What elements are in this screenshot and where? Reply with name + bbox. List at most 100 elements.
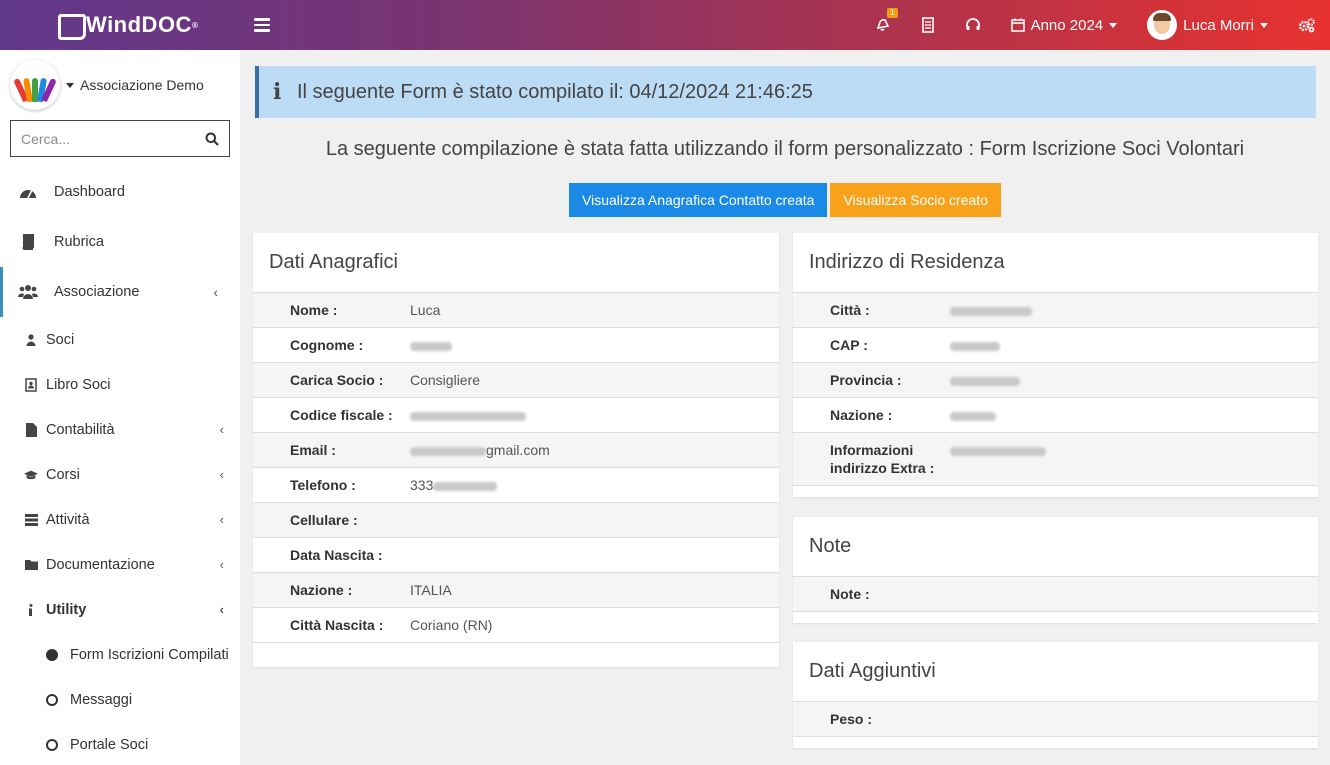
field-label: Note :: [830, 586, 870, 602]
chevron-left-icon: ‹: [213, 284, 218, 300]
field-label: Peso :: [830, 711, 873, 727]
sidebar-item-utility[interactable]: Utility ‹: [0, 587, 240, 632]
table-row: Nazione : ITALIA: [253, 572, 779, 607]
address-book-icon: [25, 377, 37, 392]
field-value: Consigliere: [410, 372, 481, 388]
card-note: Note Note :: [793, 517, 1318, 623]
search-icon[interactable]: [205, 132, 219, 146]
field-label: Città :: [830, 302, 870, 318]
notifications-button[interactable]: 1: [875, 8, 898, 33]
chevron-down-icon: [1260, 22, 1268, 28]
sidebar-item-rubrica[interactable]: Rubrica: [0, 217, 240, 267]
field-value: Coriano (RN): [410, 617, 493, 633]
field-label: Nome :: [290, 302, 338, 318]
org-panel: Associazione Demo: [0, 50, 240, 120]
field-label: Data Nascita :: [290, 547, 383, 563]
chevron-down-icon[interactable]: [66, 82, 74, 88]
settings-button[interactable]: [1298, 17, 1316, 33]
sidebar-item-corsi[interactable]: Corsi ‹: [0, 452, 240, 497]
view-contact-button[interactable]: Visualizza Anagrafica Contatto creata: [569, 183, 828, 217]
sidebar-item-form-iscrizioni[interactable]: Form Iscrizioni Compilati: [0, 632, 240, 677]
user-icon: [26, 333, 36, 346]
tasks-icon: [24, 513, 38, 526]
sidebar-item-label: Messaggi: [70, 691, 133, 708]
field-value-redacted: [950, 363, 1020, 397]
sidebar: Associazione Demo Dashboard Rubrica Asso…: [0, 50, 240, 765]
sidebar-item-label: Rubrica: [54, 234, 104, 250]
sidebar-item-documentazione[interactable]: Documentazione ‹: [0, 542, 240, 587]
app-logo[interactable]: WindDOC ®: [0, 0, 240, 50]
org-logo: [10, 60, 60, 110]
sidebar-item-contabilita[interactable]: Contabilità ‹: [0, 407, 240, 452]
gears-icon: [1298, 18, 1315, 33]
chevron-left-icon: ‹: [219, 422, 224, 437]
field-value-redacted: [950, 328, 1000, 362]
graduation-cap-icon: [24, 470, 38, 479]
field-label: Cellulare :: [290, 512, 358, 528]
field-label: Informazioni indirizzo Extra :: [830, 442, 935, 476]
top-bar: WindDOC ® 1 Anno 2024 Luca Morri: [0, 0, 1330, 50]
card-dati-anagrafici: Dati Anagrafici Nome : Luca Cognome : Car…: [253, 233, 779, 667]
field-value: 333: [410, 468, 498, 502]
table-row: Codice fiscale :: [253, 397, 779, 432]
chevron-left-icon: ‹: [219, 467, 224, 482]
view-member-button[interactable]: Visualizza Socio creato: [830, 183, 1001, 217]
info-icon: i: [273, 79, 282, 105]
sidebar-item-libro-soci[interactable]: Libro Soci: [0, 362, 240, 407]
field-value-redacted: [950, 398, 996, 432]
field-value: ITALIA: [410, 582, 452, 598]
card-title: Note: [809, 535, 852, 557]
table-row: Peso :: [793, 701, 1318, 736]
sidebar-item-messaggi[interactable]: Messaggi: [0, 677, 240, 722]
chevron-left-icon: ‹: [219, 512, 224, 527]
table-row: Cellulare :: [253, 502, 779, 537]
field-label: Nazione :: [290, 582, 353, 598]
user-menu[interactable]: Luca Morri: [1147, 10, 1268, 40]
headset-icon: [965, 18, 980, 30]
sidebar-item-label: Documentazione: [46, 556, 155, 573]
card-dati-aggiuntivi: Dati Aggiuntivi Peso :: [793, 642, 1318, 748]
search-input[interactable]: [21, 130, 205, 147]
year-label: Anno 2024: [1030, 16, 1104, 34]
table-row: Carica Socio : Consigliere: [253, 362, 779, 397]
field-label: Cognome :: [290, 337, 364, 353]
logo-text: WindDOC: [86, 12, 192, 37]
chevron-down-icon: [1109, 22, 1118, 28]
chevron-left-icon: ‹: [219, 602, 224, 617]
sidebar-item-label: Corsi: [46, 466, 80, 483]
sidebar-item-attivita[interactable]: Attività ‹: [0, 497, 240, 542]
menu-toggle-icon[interactable]: [254, 18, 272, 32]
table-row: CAP :: [793, 327, 1318, 362]
field-value-redacted: [950, 293, 1032, 327]
table-row: Email : gmail.com: [253, 432, 779, 467]
sidebar-item-label: Attività: [46, 511, 90, 528]
circle-outline-icon: [46, 738, 58, 751]
notification-badge: 1: [887, 8, 898, 18]
year-selector[interactable]: Anno 2024: [1010, 16, 1118, 34]
receipt-button[interactable]: [921, 17, 935, 33]
sidebar-item-label: Portale Soci: [70, 736, 149, 753]
logo-registered-mark: ®: [191, 20, 199, 30]
sidebar-item-soci[interactable]: Soci: [0, 317, 240, 362]
field-value-redacted: [410, 398, 526, 432]
support-button[interactable]: [965, 17, 981, 33]
table-row: Data Nascita :: [253, 537, 779, 572]
users-icon: [18, 285, 38, 299]
file-icon: [25, 422, 37, 437]
card-title: Dati Anagrafici: [269, 251, 398, 273]
org-name[interactable]: Associazione Demo: [80, 77, 204, 93]
bell-icon: [876, 18, 889, 31]
field-label: Provincia :: [830, 372, 902, 388]
sidebar-item-associazione[interactable]: Associazione ‹: [0, 267, 240, 317]
sidebar-item-portale-soci[interactable]: Portale Soci: [0, 722, 240, 765]
sidebar-item-dashboard[interactable]: Dashboard: [0, 167, 240, 217]
sidebar-item-label: Dashboard: [54, 184, 125, 200]
form-subtitle: La seguente compilazione è stata fatta u…: [325, 138, 1245, 160]
table-row: Città Nascita : Coriano (RN): [253, 607, 779, 642]
sidebar-item-label: Libro Soci: [46, 376, 111, 393]
table-row: Nazione :: [793, 397, 1318, 432]
table-row: Telefono : 333: [253, 467, 779, 502]
sidebar-item-label: Soci: [46, 331, 75, 348]
user-name: Luca Morri: [1183, 16, 1254, 34]
chevron-left-icon: ‹: [219, 557, 224, 572]
